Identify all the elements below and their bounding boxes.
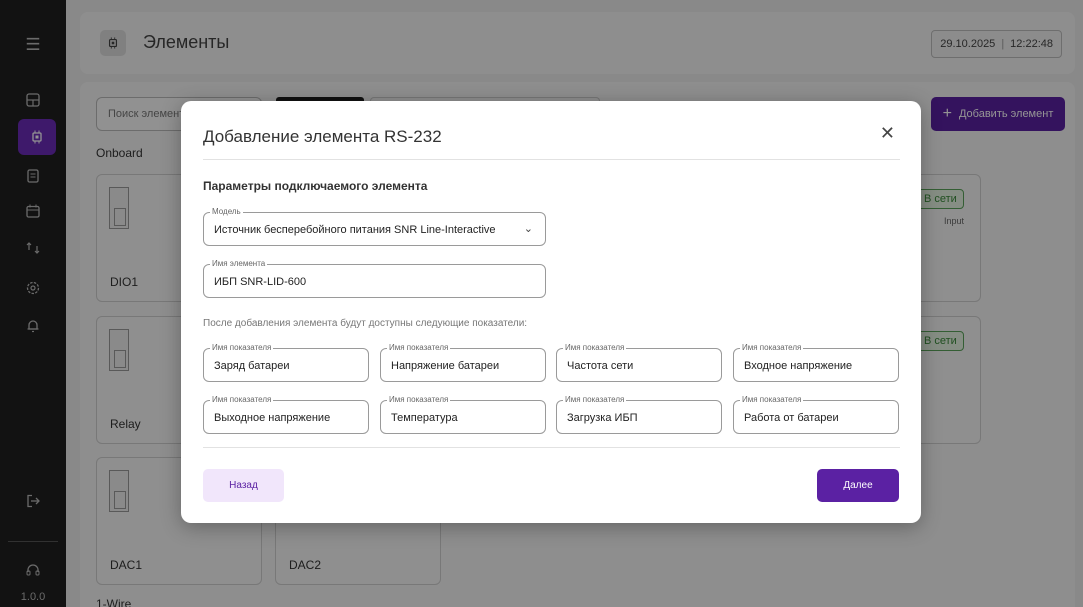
close-icon[interactable]: ✕ bbox=[880, 123, 895, 144]
dialog-divider-top bbox=[203, 159, 900, 160]
model-value: Источник бесперебойного питания SNR Line… bbox=[214, 224, 496, 236]
indicator-value: Загрузка ИБП bbox=[567, 412, 638, 424]
element-name-label: Имя элемента bbox=[210, 259, 268, 269]
dialog-divider-bottom bbox=[203, 447, 900, 448]
indicator-label: Имя показателя bbox=[210, 343, 274, 353]
indicator-field[interactable]: Имя показателя Температура bbox=[380, 395, 546, 434]
dialog-title: Добавление элемента RS-232 bbox=[203, 127, 442, 146]
dialog-subtitle: Параметры подключаемого элемента bbox=[203, 179, 428, 193]
indicator-field[interactable]: Имя показателя Входное напряжение bbox=[733, 343, 899, 382]
indicator-label: Имя показателя bbox=[563, 343, 627, 353]
indicator-label: Имя показателя bbox=[387, 395, 451, 405]
next-button[interactable]: Далее bbox=[817, 469, 899, 502]
indicator-value: Входное напряжение bbox=[744, 360, 853, 372]
indicator-field[interactable]: Имя показателя Напряжение батареи bbox=[380, 343, 546, 382]
indicator-label: Имя показателя bbox=[210, 395, 274, 405]
indicator-value: Заряд батареи bbox=[214, 360, 290, 372]
indicator-label: Имя показателя bbox=[740, 343, 804, 353]
element-name-value: ИБП SNR-LID-600 bbox=[214, 276, 307, 288]
indicator-field[interactable]: Имя показателя Выходное напряжение bbox=[203, 395, 369, 434]
indicator-value: Напряжение батареи bbox=[391, 360, 500, 372]
indicator-field[interactable]: Имя показателя Загрузка ИБП bbox=[556, 395, 722, 434]
add-element-dialog: Добавление элемента RS-232 ✕ Параметры п… bbox=[181, 101, 921, 523]
indicator-value: Работа от батареи bbox=[744, 412, 839, 424]
indicator-field[interactable]: Имя показателя Частота сети bbox=[556, 343, 722, 382]
indicator-field[interactable]: Имя показателя Заряд батареи bbox=[203, 343, 369, 382]
indicator-label: Имя показателя bbox=[563, 395, 627, 405]
back-button[interactable]: Назад bbox=[203, 469, 284, 502]
model-label: Модель bbox=[210, 207, 243, 217]
element-name-field[interactable]: Имя элемента ИБП SNR-LID-600 bbox=[203, 259, 546, 298]
indicator-value: Выходное напряжение bbox=[214, 412, 331, 424]
model-select[interactable]: Модель Источник бесперебойного питания S… bbox=[203, 207, 546, 246]
indicators-info: После добавления элемента будут доступны… bbox=[203, 318, 528, 329]
indicator-value: Частота сети bbox=[567, 360, 634, 372]
indicator-field[interactable]: Имя показателя Работа от батареи bbox=[733, 395, 899, 434]
chevron-down-icon: ⌄ bbox=[523, 223, 533, 235]
indicator-label: Имя показателя bbox=[387, 343, 451, 353]
indicator-value: Температура bbox=[391, 412, 458, 424]
indicator-label: Имя показателя bbox=[740, 395, 804, 405]
